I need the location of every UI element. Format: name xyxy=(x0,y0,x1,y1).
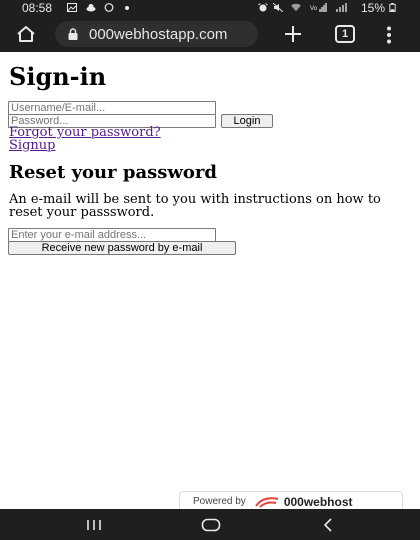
receive-password-button[interactable]: Receive new password by e-mail xyxy=(8,241,236,255)
signal-icon xyxy=(336,3,347,12)
battery-icon xyxy=(389,3,396,12)
svg-text:Vo: Vo xyxy=(310,6,318,12)
web-page: Sign-in Login Forgot your password? Sign… xyxy=(0,52,420,511)
mute-icon xyxy=(273,3,283,12)
alarm-icon xyxy=(258,3,268,12)
navigation-bar xyxy=(0,509,420,540)
lock-icon xyxy=(68,28,78,40)
gallery-icon xyxy=(67,3,77,12)
browser-toolbar: 000webhostapp.com 1 xyxy=(0,16,420,52)
reset-email-input[interactable] xyxy=(8,228,216,242)
status-time: 08:58 xyxy=(22,1,53,15)
back-icon[interactable] xyxy=(323,518,333,532)
url-text: 000webhostapp.com xyxy=(89,25,228,43)
000webhost-logo-icon xyxy=(254,496,279,508)
signin-heading: Sign-in xyxy=(9,62,107,91)
signup-link[interactable]: Signup xyxy=(9,138,55,153)
more-options-icon[interactable] xyxy=(386,26,392,44)
status-bar: 08:58 Vo 15% xyxy=(0,0,420,16)
login-button[interactable]: Login xyxy=(221,114,273,128)
brand-name: 000webhost xyxy=(283,494,353,509)
tab-switcher-button[interactable]: 1 xyxy=(335,25,355,43)
battery-percent: 15% xyxy=(361,1,386,15)
home-icon[interactable] xyxy=(16,25,36,43)
reset-description: An e-mail will be sent to you with instr… xyxy=(9,192,381,220)
reset-heading: Reset your password xyxy=(9,162,217,183)
whatsapp-icon xyxy=(104,3,114,12)
dot-icon xyxy=(125,6,129,10)
recents-icon[interactable] xyxy=(85,519,103,531)
home-button-icon[interactable] xyxy=(201,518,221,532)
powered-by-label: Powered by xyxy=(193,496,246,507)
cloud-icon xyxy=(86,4,96,12)
username-input[interactable] xyxy=(8,101,216,115)
address-bar[interactable]: 000webhostapp.com xyxy=(55,21,258,47)
new-tab-icon[interactable] xyxy=(284,25,302,43)
powered-by-badge[interactable]: Powered by 000webhost xyxy=(179,491,403,511)
wifi-icon xyxy=(291,3,301,12)
volte-signal-icon: Vo xyxy=(310,3,327,12)
